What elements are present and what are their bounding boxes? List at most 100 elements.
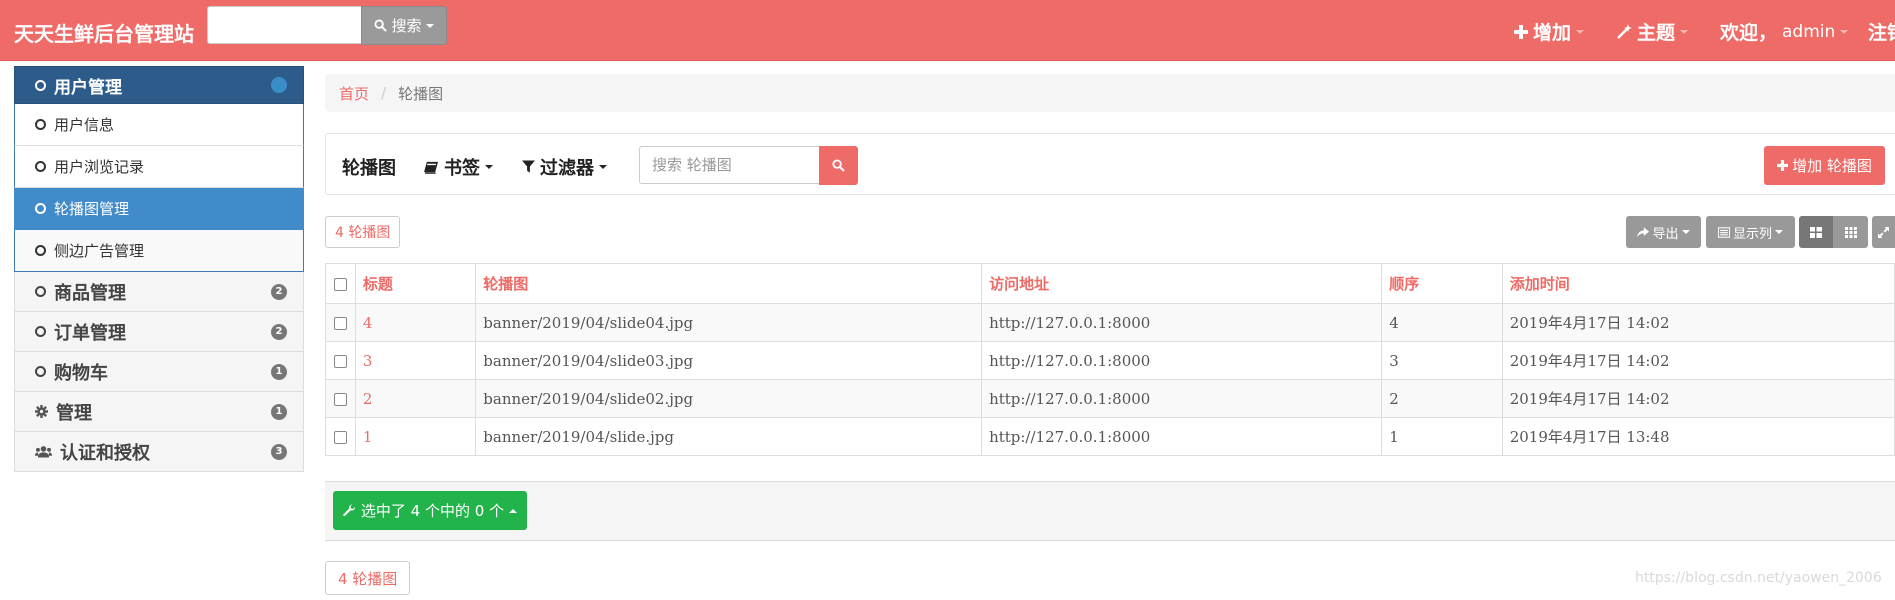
chevron-down-icon <box>1576 29 1585 34</box>
select-all-checkbox[interactable] <box>333 277 347 291</box>
sidebar-item-label: 侧边广告管理 <box>54 242 145 260</box>
chevron-down-icon <box>1840 29 1849 34</box>
row-url: http://127.0.0.1:8000 <box>981 379 1383 418</box>
view-table-button[interactable] <box>1799 216 1833 248</box>
row-title-link[interactable]: 3 <box>354 341 477 380</box>
watermark-text: https://blog.csdn.net/yaowen_2006 <box>1635 570 1882 586</box>
sidebar-item-label: 认证和授权 <box>60 442 150 464</box>
plus-icon <box>1777 160 1789 171</box>
sidebar-item-label: 管理 <box>56 402 92 424</box>
sidebar-item-order-management[interactable]: 订单管理 2 <box>14 312 304 352</box>
row-select-cell <box>325 303 356 342</box>
nav-add-menu[interactable]: 增加 <box>1514 18 1585 45</box>
add-banner-button[interactable]: 增加 轮播图 <box>1764 146 1885 185</box>
sidebar-badge: 3 <box>271 443 287 460</box>
view-grid-button[interactable] <box>1833 216 1868 248</box>
users-icon <box>35 446 52 458</box>
sidebar-item-label: 轮播图管理 <box>54 200 130 218</box>
sidebar-badge: 1 <box>271 363 287 380</box>
bookmark-label: 书签 <box>444 158 480 179</box>
sidebar-item-user-browse-history[interactable]: 用户浏览记录 <box>14 146 304 188</box>
table-row: 4 banner/2019/04/slide04.jpg http://127.… <box>325 303 1895 342</box>
chevron-down-icon <box>485 165 493 169</box>
column-header-url[interactable]: 访问地址 <box>981 263 1383 304</box>
sidebar-item-label: 用户浏览记录 <box>54 158 145 176</box>
circle-icon <box>35 366 46 377</box>
nav-search-button[interactable]: 搜索 <box>361 6 447 45</box>
gear-icon <box>35 405 48 418</box>
search-button[interactable] <box>819 146 858 185</box>
table-row: 2 banner/2019/04/slide02.jpg http://127.… <box>325 379 1895 418</box>
batch-actions-panel: 选中了 4 个中的 0 个 <box>325 481 1895 541</box>
row-add-time: 2019年4月17日 14:02 <box>1501 379 1895 418</box>
row-title-link[interactable]: 1 <box>354 417 477 456</box>
column-header-order[interactable]: 顺序 <box>1381 263 1503 304</box>
nav-logout-label: 注销 <box>1868 22 1895 44</box>
sidebar-item-banner-management[interactable]: 轮播图管理 <box>14 188 304 230</box>
magic-wand-icon <box>1617 23 1632 39</box>
circle-icon <box>35 161 46 172</box>
search-icon <box>374 19 388 32</box>
row-select-cell <box>325 341 356 380</box>
row-url: http://127.0.0.1:8000 <box>981 303 1383 342</box>
sidebar-item-auth[interactable]: 认证和授权 3 <box>14 432 304 472</box>
circle-icon <box>35 245 46 256</box>
wrench-icon <box>343 504 355 517</box>
top-navbar: 天天生鲜后台管理站 搜索 增加 主题 欢迎， admin 注销 <box>0 0 1895 61</box>
nav-logout-link[interactable]: 注销 <box>1868 18 1895 45</box>
circle-icon <box>35 79 46 91</box>
export-label: 导出 <box>1652 226 1679 242</box>
row-checkbox[interactable] <box>333 431 347 444</box>
nav-search-input[interactable] <box>207 6 362 44</box>
sidebar-item-cart[interactable]: 购物车 1 <box>14 352 304 392</box>
row-checkbox[interactable] <box>333 317 347 330</box>
circle-icon <box>35 203 46 214</box>
sidebar-item-label: 购物车 <box>54 362 108 384</box>
nav-user-menu[interactable]: 欢迎， admin <box>1720 18 1849 45</box>
site-brand[interactable]: 天天生鲜后台管理站 <box>14 18 194 47</box>
banner-table: 标题 轮播图 访问地址 顺序 添加时间 4 banner/2019/04/sli… <box>325 263 1895 456</box>
circle-icon <box>35 326 46 337</box>
column-header-title[interactable]: 标题 <box>354 263 477 304</box>
th-large-icon <box>1810 226 1822 238</box>
sidebar-head-badge: 4 <box>271 77 287 93</box>
breadcrumb-home-link[interactable]: 首页 <box>339 83 369 104</box>
export-button[interactable]: 导出 <box>1626 216 1701 248</box>
column-header-image[interactable]: 轮播图 <box>475 263 983 304</box>
sidebar: 用户管理 4 用户信息 用户浏览记录 轮播图管理 侧边广告管理 商品管理 2 订… <box>14 66 304 472</box>
chevron-up-icon <box>509 508 518 513</box>
chevron-down-icon <box>599 165 607 169</box>
sidebar-item-admin[interactable]: 管理 1 <box>14 392 304 432</box>
sidebar-item-goods-management[interactable]: 商品管理 2 <box>14 272 304 312</box>
list-alt-icon <box>1717 226 1730 238</box>
breadcrumb-separator: / <box>381 84 387 102</box>
row-checkbox[interactable] <box>333 393 347 406</box>
fullscreen-button[interactable] <box>1872 216 1895 248</box>
nav-theme-menu[interactable]: 主题 <box>1616 18 1689 45</box>
sidebar-badge: 1 <box>271 403 287 420</box>
batch-actions-button[interactable]: 选中了 4 个中的 0 个 <box>333 491 527 530</box>
search-input[interactable]: 搜索 轮播图 <box>639 146 820 184</box>
row-title-link[interactable]: 2 <box>354 379 477 418</box>
column-header-add-time[interactable]: 添加时间 <box>1501 263 1895 304</box>
nav-welcome-label: 欢迎， <box>1720 22 1778 44</box>
page-title: 轮播图 <box>342 158 396 179</box>
batch-actions-label: 选中了 4 个中的 0 个 <box>360 502 505 520</box>
bookmark-dropdown[interactable]: 书签 <box>424 154 493 180</box>
row-select-cell <box>325 417 356 456</box>
circle-icon <box>35 286 46 297</box>
filter-dropdown[interactable]: 过滤器 <box>522 154 607 180</box>
table-row: 1 banner/2019/04/slide.jpg http://127.0.… <box>325 417 1895 456</box>
row-title-link[interactable]: 4 <box>354 303 477 342</box>
nav-theme-label: 主题 <box>1637 22 1676 44</box>
row-checkbox[interactable] <box>333 355 347 368</box>
row-select-cell <box>325 379 356 418</box>
sidebar-item-user-management[interactable]: 用户管理 4 <box>14 66 304 104</box>
row-url: http://127.0.0.1:8000 <box>981 417 1383 456</box>
columns-button[interactable]: 显示列 <box>1706 216 1795 248</box>
sidebar-item-user-info[interactable]: 用户信息 <box>14 104 304 146</box>
book-icon <box>424 161 438 174</box>
row-order: 3 <box>1381 341 1503 380</box>
sidebar-item-side-ad-management[interactable]: 侧边广告管理 <box>14 230 304 272</box>
filter-label: 过滤器 <box>540 158 594 179</box>
